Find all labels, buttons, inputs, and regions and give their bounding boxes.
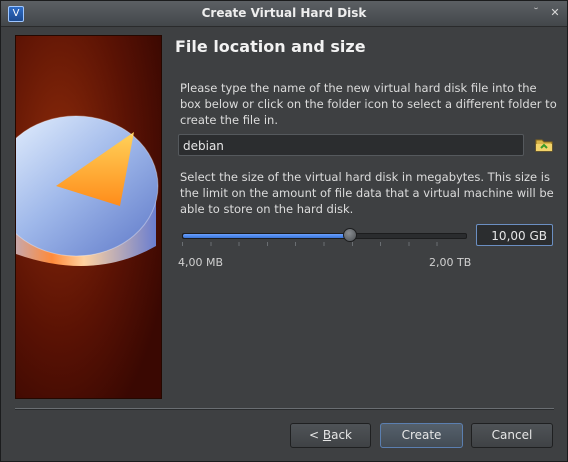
back-accelerator: B <box>322 428 332 442</box>
folder-icon <box>535 139 553 152</box>
size-instructions: Select the size of the virtual hard disk… <box>180 170 554 216</box>
file-name-input[interactable]: debian <box>178 134 524 156</box>
slider-max-label: 2,00 TB <box>429 256 472 269</box>
title-bar[interactable]: V Create Virtual Hard Disk ˘ ✕ <box>1 1 567 27</box>
window-title: Create Virtual Hard Disk <box>201 6 367 20</box>
page-title: File location and size <box>175 37 366 56</box>
disk-size-slider[interactable] <box>182 228 467 242</box>
minimize-icon[interactable]: ˘ <box>528 5 544 21</box>
cancel-button[interactable]: Cancel <box>471 423 553 448</box>
button-separator <box>15 408 554 410</box>
dialog-window: V Create Virtual Hard Disk ˘ ✕ File loca… <box>0 0 568 462</box>
location-instructions: Please type the name of the new virtual … <box>180 81 557 127</box>
close-icon[interactable]: ✕ <box>547 5 563 21</box>
wizard-side-image <box>15 35 162 399</box>
slider-ticks <box>182 242 465 246</box>
slider-min-label: 4,00 MB <box>178 256 224 269</box>
back-button[interactable]: < Back <box>290 423 371 448</box>
create-button[interactable]: Create <box>380 423 463 448</box>
slider-handle[interactable] <box>342 228 357 242</box>
choose-folder-button[interactable] <box>534 135 554 155</box>
hard-disk-illustration <box>16 36 161 398</box>
disk-size-input[interactable]: 10,00 GB <box>476 224 553 246</box>
slider-fill <box>183 234 350 238</box>
